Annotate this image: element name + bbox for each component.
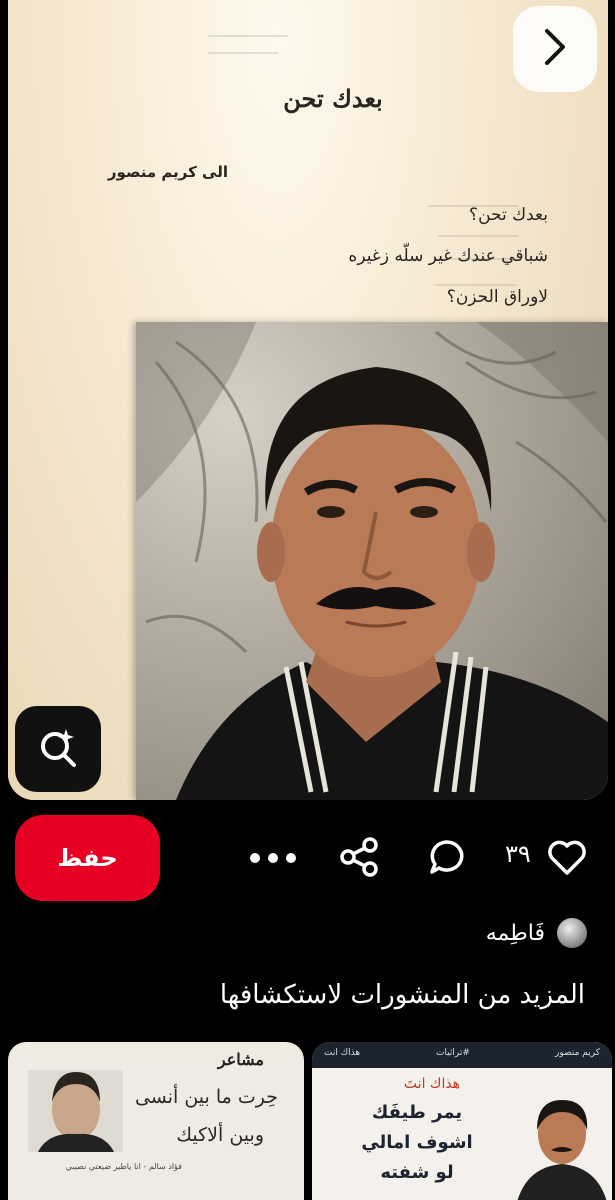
card-verse: لو شفته	[380, 1162, 454, 1183]
like-count: ٣٩	[505, 840, 531, 868]
poem-line: بعدك تحن؟	[469, 205, 548, 225]
more-section-title: المزيد من المنشورات لاستكشافها	[219, 980, 585, 1010]
page-ghost-line	[208, 35, 288, 37]
card-verse: اشوف امالي	[361, 1132, 473, 1153]
more-dots-icon	[248, 849, 298, 868]
like-button[interactable]	[545, 838, 589, 880]
card-portrait	[517, 1100, 607, 1200]
poem-lines: بعدك تحن؟ شباقي عندك غير سلّه زغيره لاور…	[188, 200, 548, 323]
save-button[interactable]: حفظ	[15, 815, 160, 901]
more-options-button[interactable]	[248, 840, 298, 876]
chevron-right-icon	[541, 27, 569, 71]
avatar[interactable]	[557, 918, 587, 948]
card-verse: حِرت ما بين أنسى	[134, 1086, 278, 1108]
related-pin-card[interactable]: هذاك انت #تراثيات كريم منصور هذاك انتَ ي…	[312, 1042, 612, 1200]
page-ghost-line	[208, 52, 278, 54]
share-button[interactable]	[338, 837, 380, 881]
comment-icon	[427, 837, 467, 881]
card-tag: هذاك انت	[324, 1048, 361, 1058]
comment-button[interactable]	[426, 838, 468, 880]
card-tag: كريم منصور	[555, 1048, 600, 1058]
next-button[interactable]	[513, 6, 597, 92]
pin-image[interactable]: بعدك تحن الى كريم منصور بعدك تحن؟ شباقي …	[8, 0, 608, 800]
card-title: هذاك انتَ	[403, 1076, 461, 1092]
card-caption: فؤاد سالم - انا ياطير ضيعتي نصيبي	[65, 1162, 182, 1171]
card-verse: وبين ألاكيك	[176, 1124, 264, 1146]
poem-title: بعدك تحن	[283, 84, 383, 113]
share-icon	[339, 837, 379, 881]
poem-line: شباقي عندك غير سلّه زغيره	[348, 246, 548, 266]
poem-dedication: الى كريم منصور	[107, 163, 228, 181]
card-tag: #تراثيات	[436, 1048, 470, 1058]
visual-search-icon	[36, 725, 80, 773]
card-verse: يمر طيفَك	[371, 1102, 463, 1123]
author-row[interactable]: فَاطِمه	[486, 918, 587, 948]
related-pin-card[interactable]: مشاعر حِرت ما بين أنسى وبين ألاكيك فؤاد …	[8, 1042, 304, 1200]
visual-search-button[interactable]	[15, 706, 101, 792]
heart-icon	[546, 838, 588, 880]
portrait-photo	[136, 322, 608, 800]
card-header: مشاعر	[217, 1050, 264, 1069]
author-name[interactable]: فَاطِمه	[486, 921, 545, 946]
poem-line: لاوراق الحزن؟	[446, 287, 548, 307]
